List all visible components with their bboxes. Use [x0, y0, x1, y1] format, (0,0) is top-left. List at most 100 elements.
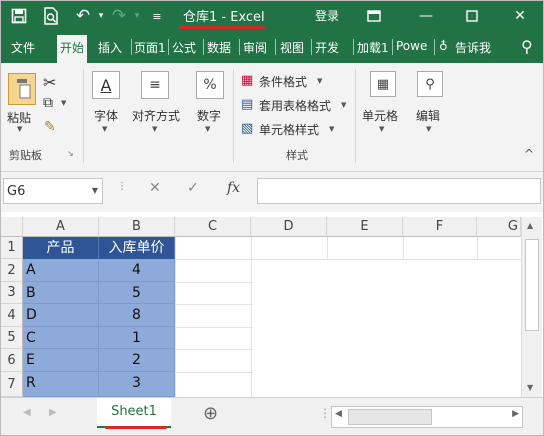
share-icon[interactable]: ⚲: [521, 37, 533, 56]
cell-b4[interactable]: 8: [99, 304, 175, 327]
close-icon[interactable]: ✕: [509, 5, 531, 27]
number-dropdown-icon[interactable]: ▼: [205, 125, 210, 133]
conditional-format-button[interactable]: 条件格式: [259, 73, 307, 90]
undo-icon[interactable]: ↶: [73, 6, 93, 26]
row-header-7[interactable]: 7: [1, 372, 23, 397]
cell-a7[interactable]: R: [23, 372, 99, 397]
tab-power[interactable]: Powe: [396, 39, 427, 53]
conditional-format-dropdown-icon[interactable]: ▼: [317, 77, 322, 85]
vertical-scroll-thumb[interactable]: [525, 239, 539, 331]
tab-data[interactable]: 数据: [207, 39, 231, 56]
tab-file[interactable]: 文件: [11, 39, 35, 56]
cells-dropdown-icon[interactable]: ▼: [379, 125, 384, 133]
editing-label[interactable]: 编辑: [416, 107, 440, 124]
cell-a2[interactable]: A: [23, 259, 99, 282]
paste-dropdown-icon[interactable]: ▼: [17, 125, 22, 133]
cell-a5[interactable]: C: [23, 327, 99, 349]
alignment-dropdown-icon[interactable]: ▼: [152, 125, 157, 133]
cell-a1[interactable]: 产品: [23, 237, 99, 259]
row-header-3[interactable]: 3: [1, 282, 23, 304]
cells-label[interactable]: 单元格: [362, 107, 398, 124]
copy-icon[interactable]: ⧉: [43, 95, 53, 111]
cell-style-button[interactable]: 单元格样式: [259, 121, 319, 138]
ribbon-display-icon[interactable]: [363, 5, 385, 27]
copy-dropdown-icon[interactable]: ▼: [61, 99, 66, 107]
insert-function-button[interactable]: fx: [227, 180, 240, 196]
row-header-5[interactable]: 5: [1, 327, 23, 349]
row-header-6[interactable]: 6: [1, 349, 23, 372]
cell-b3[interactable]: 5: [99, 282, 175, 304]
add-sheet-button[interactable]: ⊕: [203, 403, 218, 424]
column-header-g[interactable]: G: [477, 217, 521, 237]
cancel-icon[interactable]: ✕: [149, 180, 161, 196]
cell-a3[interactable]: B: [23, 282, 99, 304]
row-header-2[interactable]: 2: [1, 259, 23, 282]
conditional-format-icon[interactable]: ▦: [241, 73, 253, 88]
column-header-b[interactable]: B: [99, 217, 175, 237]
column-header-a[interactable]: A: [23, 217, 99, 237]
alignment-icon[interactable]: ≡: [141, 71, 169, 99]
horizontal-scrollbar[interactable]: ◀ ▶: [331, 406, 523, 428]
column-header-c[interactable]: C: [175, 217, 251, 237]
customize-icon[interactable]: ≡: [147, 6, 167, 26]
dialog-launcher-icon[interactable]: ↘: [67, 149, 74, 158]
cell-a4[interactable]: D: [23, 304, 99, 327]
horizontal-scroll-thumb[interactable]: [348, 409, 432, 425]
cell-b1[interactable]: 入库单价: [99, 237, 175, 259]
tab-page-layout[interactable]: 页面1: [134, 39, 166, 56]
number-format-icon[interactable]: %: [196, 71, 224, 99]
paste-label[interactable]: 粘贴: [7, 109, 31, 126]
cell-b2[interactable]: 4: [99, 259, 175, 282]
cell-a6[interactable]: E: [23, 349, 99, 372]
vertical-scrollbar[interactable]: ▲ ▼: [521, 217, 542, 397]
prev-sheet-icon[interactable]: ◀: [23, 407, 31, 418]
column-header-e[interactable]: E: [327, 217, 403, 237]
alignment-label[interactable]: 对齐方式: [132, 107, 180, 124]
scroll-down-icon[interactable]: ▼: [527, 383, 533, 392]
select-all-corner[interactable]: [1, 217, 23, 237]
collapse-ribbon-icon[interactable]: ^: [524, 147, 534, 161]
print-preview-icon[interactable]: [41, 6, 61, 26]
find-icon[interactable]: ⚲: [417, 71, 443, 97]
cut-icon[interactable]: ✂: [43, 73, 56, 92]
format-painter-icon[interactable]: ✎: [44, 119, 56, 135]
scroll-right-icon[interactable]: ▶: [512, 409, 519, 419]
scroll-up-icon[interactable]: ▲: [527, 221, 533, 230]
scroll-left-icon[interactable]: ◀: [335, 409, 342, 419]
editing-dropdown-icon[interactable]: ▼: [426, 125, 431, 133]
tab-formulas[interactable]: 公式: [172, 39, 196, 56]
row-header-1[interactable]: 1: [1, 237, 23, 259]
undo-dropdown-icon[interactable]: ▾: [91, 6, 111, 26]
cells-icon[interactable]: ▦: [370, 71, 396, 97]
minimize-icon[interactable]: —: [415, 5, 437, 27]
cell-style-icon[interactable]: ▧: [241, 121, 253, 136]
row-header-4[interactable]: 4: [1, 304, 23, 327]
table-format-button[interactable]: 套用表格格式: [259, 97, 331, 114]
table-format-dropdown-icon[interactable]: ▼: [341, 101, 346, 109]
sheet-tab-sheet1[interactable]: Sheet1: [97, 398, 171, 428]
column-header-f[interactable]: F: [403, 217, 477, 237]
name-box-dropdown-icon[interactable]: ▼: [92, 186, 98, 195]
paste-icon[interactable]: [8, 73, 36, 105]
restore-icon[interactable]: [461, 5, 483, 27]
font-label[interactable]: 字体: [94, 107, 118, 124]
font-dropdown-icon[interactable]: ▼: [102, 125, 107, 133]
tab-home[interactable]: 开始: [57, 35, 88, 63]
cell-style-dropdown-icon[interactable]: ▼: [329, 125, 334, 133]
tab-insert[interactable]: 插入: [98, 39, 122, 56]
tab-developer[interactable]: 开发: [315, 39, 339, 56]
tell-me-search[interactable]: 告诉我: [455, 39, 491, 56]
tab-split-handle-icon[interactable]: ⋮: [319, 406, 331, 420]
name-box[interactable]: G6 ▼: [3, 178, 103, 204]
tab-addins[interactable]: 加载1: [357, 39, 389, 56]
cell-b5[interactable]: 1: [99, 327, 175, 349]
column-header-d[interactable]: D: [251, 217, 327, 237]
tab-view[interactable]: 视图: [280, 39, 304, 56]
next-sheet-icon[interactable]: ▶: [49, 407, 57, 418]
tab-review[interactable]: 审阅: [243, 39, 267, 56]
save-icon[interactable]: [9, 6, 29, 26]
font-icon[interactable]: A: [92, 71, 120, 99]
cell-b7[interactable]: 3: [99, 372, 175, 397]
formula-input[interactable]: [257, 178, 541, 204]
enter-icon[interactable]: ✓: [187, 180, 199, 196]
